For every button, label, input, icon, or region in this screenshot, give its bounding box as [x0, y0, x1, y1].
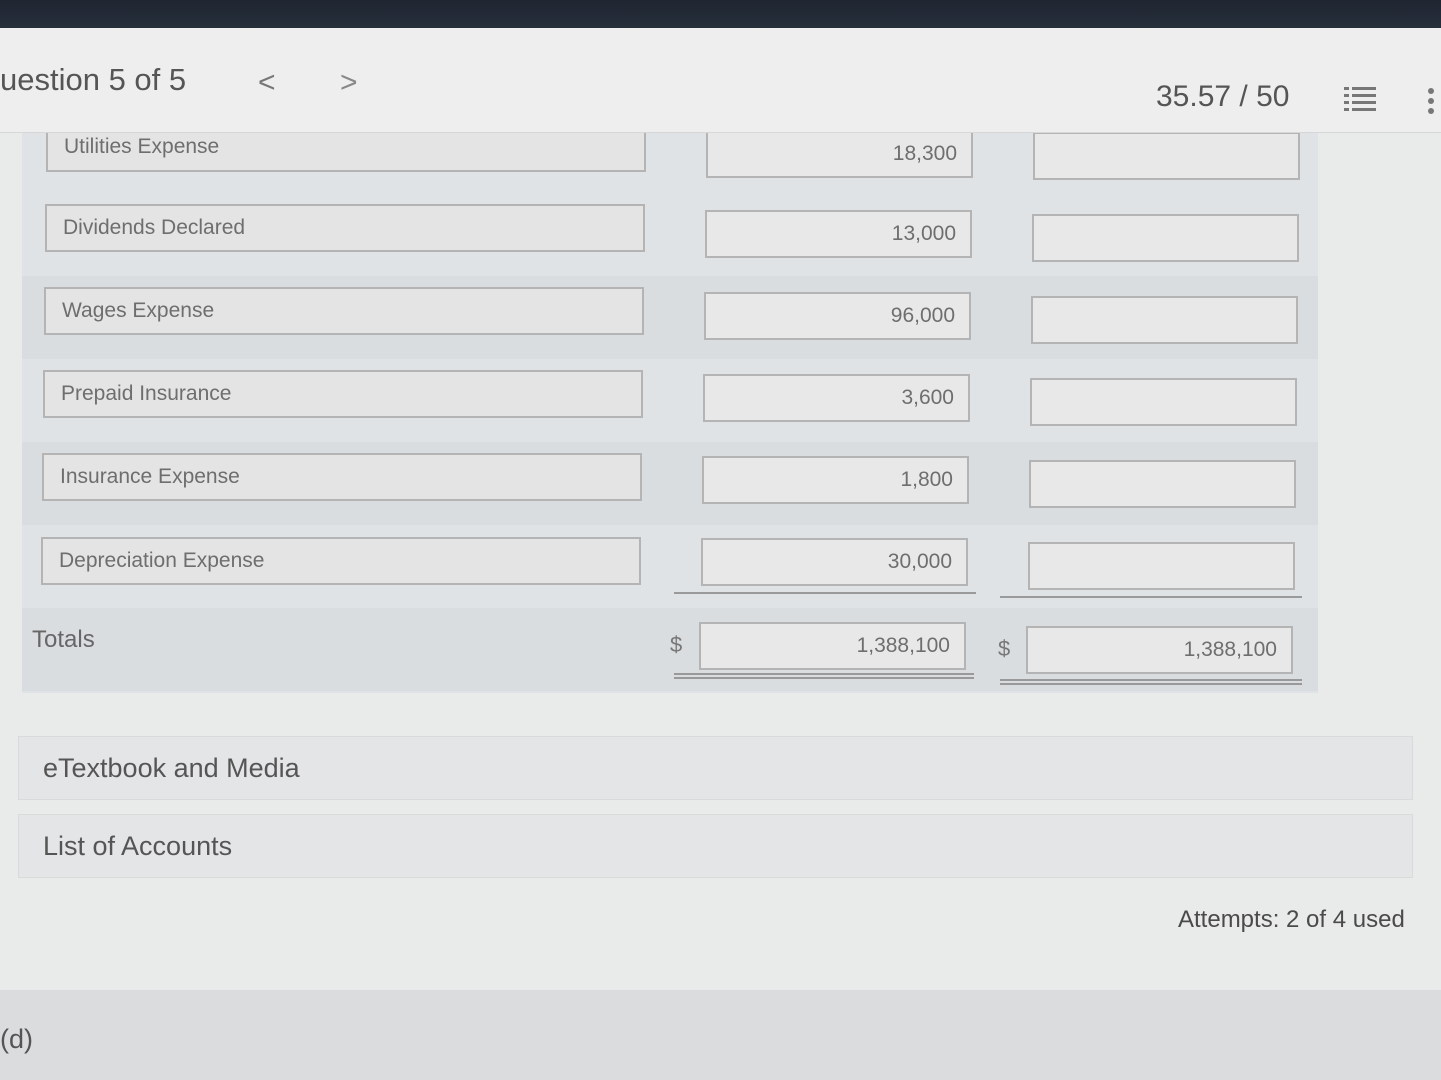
account-name-text: Depreciation Expense [59, 549, 265, 572]
subtotal-underline [674, 592, 976, 594]
debit-amount-field[interactable]: 13,000 [705, 210, 972, 258]
account-name-text: Wages Expense [62, 299, 215, 322]
part-label: (d) [0, 1024, 33, 1054]
credit-total-text: 1,388,100 [1183, 638, 1277, 661]
debit-amount-field[interactable]: 1,800 [702, 456, 969, 504]
list-of-accounts-label: List of Accounts [43, 830, 233, 861]
debit-amount-text: 30,000 [887, 550, 952, 573]
debit-amount-field[interactable]: 96,000 [704, 292, 971, 340]
credit-amount-field[interactable] [1029, 460, 1296, 508]
account-name-field[interactable]: Depreciation Expense [41, 537, 641, 585]
account-name-text: Prepaid Insurance [61, 382, 232, 405]
credit-total-field[interactable]: 1,388,100 [1026, 626, 1293, 674]
previous-question-button[interactable]: < [258, 66, 276, 100]
credit-amount-field[interactable] [1033, 132, 1300, 180]
debit-total-text: 1,388,100 [856, 634, 950, 657]
debit-amount-field[interactable]: 30,000 [701, 538, 968, 586]
debit-amount-text: 18,300 [892, 142, 957, 165]
score-display: 35.57 / 50 [1156, 80, 1290, 113]
totals-label: Totals [32, 626, 95, 653]
account-name-field[interactable]: Dividends Declared [45, 204, 645, 252]
debit-amount-field[interactable]: 3,600 [703, 374, 970, 422]
question-title: uestion 5 of 5 [0, 62, 187, 97]
credit-amount-field[interactable] [1030, 378, 1297, 426]
credit-dollar-sign: $ [998, 636, 1011, 661]
subtotal-underline [1000, 596, 1302, 598]
account-name-text: Utilities Expense [64, 135, 220, 158]
debit-total-field[interactable]: 1,388,100 [699, 622, 966, 670]
debit-amount-text: 96,000 [890, 304, 955, 327]
debit-amount-field[interactable]: 18,300 [706, 130, 973, 178]
account-name-field[interactable]: Wages Expense [44, 287, 644, 335]
account-name-text: Insurance Expense [60, 465, 240, 488]
next-part-area [0, 990, 1441, 1080]
credit-amount-field[interactable] [1028, 542, 1295, 590]
credit-amount-field[interactable] [1031, 296, 1298, 344]
credit-amount-field[interactable] [1032, 214, 1299, 262]
debit-amount-text: 3,600 [901, 386, 954, 409]
debit-dollar-sign: $ [670, 632, 683, 657]
list-of-accounts-panel[interactable]: List of Accounts [18, 814, 1413, 878]
more-options-icon[interactable] [1425, 84, 1437, 118]
total-double-underline [1000, 679, 1302, 685]
etextbook-media-label: eTextbook and Media [43, 752, 300, 783]
debit-amount-text: 13,000 [891, 222, 956, 245]
etextbook-media-panel[interactable]: eTextbook and Media [18, 736, 1413, 800]
account-name-text: Dividends Declared [63, 216, 246, 239]
account-name-field[interactable]: Insurance Expense [42, 453, 642, 501]
debit-amount-text: 1,800 [900, 468, 953, 491]
account-name-field[interactable]: Prepaid Insurance [43, 370, 643, 418]
next-question-button[interactable]: > [340, 66, 358, 100]
attempts-counter: Attempts: 2 of 4 used [1178, 906, 1405, 933]
total-double-underline [674, 673, 974, 679]
question-list-icon[interactable] [1342, 84, 1378, 118]
